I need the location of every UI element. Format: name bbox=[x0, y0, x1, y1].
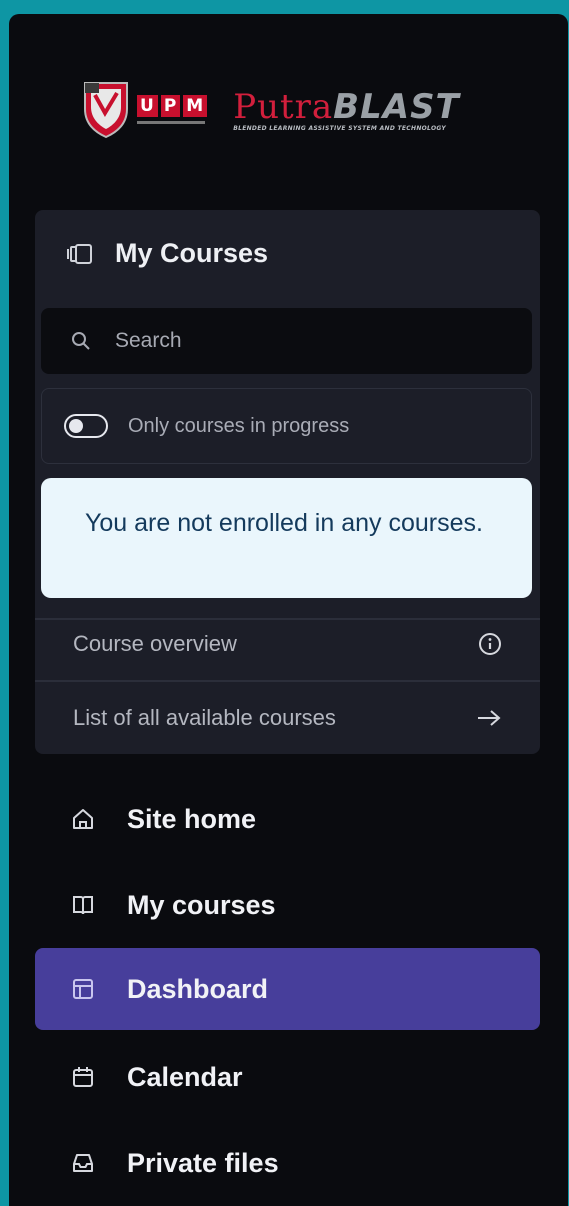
all-courses-label: List of all available courses bbox=[73, 705, 336, 730]
nav-label: My courses bbox=[127, 889, 276, 920]
my-courses-header: My Courses bbox=[67, 238, 268, 269]
calendar-icon bbox=[71, 1065, 95, 1089]
nav-label: Calendar bbox=[127, 1061, 243, 1092]
inbox-icon bbox=[71, 1151, 95, 1175]
course-overview-label: Course overview bbox=[73, 631, 237, 656]
nav-item-dashboard[interactable]: Dashboard bbox=[35, 948, 540, 1030]
nav-label: Site home bbox=[127, 803, 257, 834]
search-icon bbox=[71, 331, 91, 351]
upm-letter: P bbox=[160, 94, 181, 117]
upm-underline bbox=[137, 120, 205, 124]
my-courses-title: My Courses bbox=[115, 238, 269, 268]
in-progress-toggle-label[interactable]: Only courses in progress bbox=[128, 415, 349, 438]
upm-letter: U bbox=[137, 94, 158, 117]
upm-wordmark: U P M bbox=[137, 94, 208, 124]
info-icon[interactable] bbox=[478, 632, 502, 656]
nav-label: Dashboard bbox=[127, 973, 269, 1004]
putra-text: Putra bbox=[233, 86, 334, 127]
nav-item-site-home[interactable]: Site home bbox=[35, 778, 540, 860]
course-book-icon bbox=[67, 243, 93, 265]
upm-letter: M bbox=[183, 94, 208, 117]
dashboard-icon bbox=[71, 977, 95, 1001]
nav-item-my-courses[interactable]: My courses bbox=[35, 864, 540, 946]
search-placeholder: Search bbox=[115, 329, 182, 352]
nav-item-calendar[interactable]: Calendar bbox=[35, 1036, 540, 1118]
logo-tagline: BLENDED LEARNING ASSISTIVE SYSTEM AND TE… bbox=[233, 124, 446, 132]
all-courses-link[interactable]: List of all available courses bbox=[35, 682, 540, 754]
course-overview-link[interactable]: Course overview bbox=[35, 608, 540, 680]
nav-item-private-files[interactable]: Private files bbox=[35, 1122, 540, 1204]
in-progress-filter: Only courses in progress bbox=[41, 388, 532, 464]
upm-crest-icon bbox=[84, 82, 128, 139]
blast-text: BLAST bbox=[333, 86, 460, 127]
nav-label: Private files bbox=[127, 1147, 279, 1178]
arrow-right-icon bbox=[476, 708, 502, 728]
site-logo[interactable]: U P M Putra BLAST BLENDED LEARNING ASSIS… bbox=[81, 74, 460, 144]
book-icon bbox=[71, 893, 95, 917]
not-enrolled-alert: You are not enrolled in any courses. bbox=[41, 478, 532, 598]
sidebar-panel: U P M Putra BLAST BLENDED LEARNING ASSIS… bbox=[9, 14, 568, 1206]
course-search-input[interactable]: Search bbox=[41, 308, 532, 374]
my-courses-block: My Courses Search Only courses in progre… bbox=[35, 210, 540, 754]
putrablast-logo: Putra BLAST BLENDED LEARNING ASSISTIVE S… bbox=[233, 87, 460, 132]
home-icon bbox=[71, 807, 95, 831]
in-progress-toggle[interactable] bbox=[64, 414, 108, 438]
